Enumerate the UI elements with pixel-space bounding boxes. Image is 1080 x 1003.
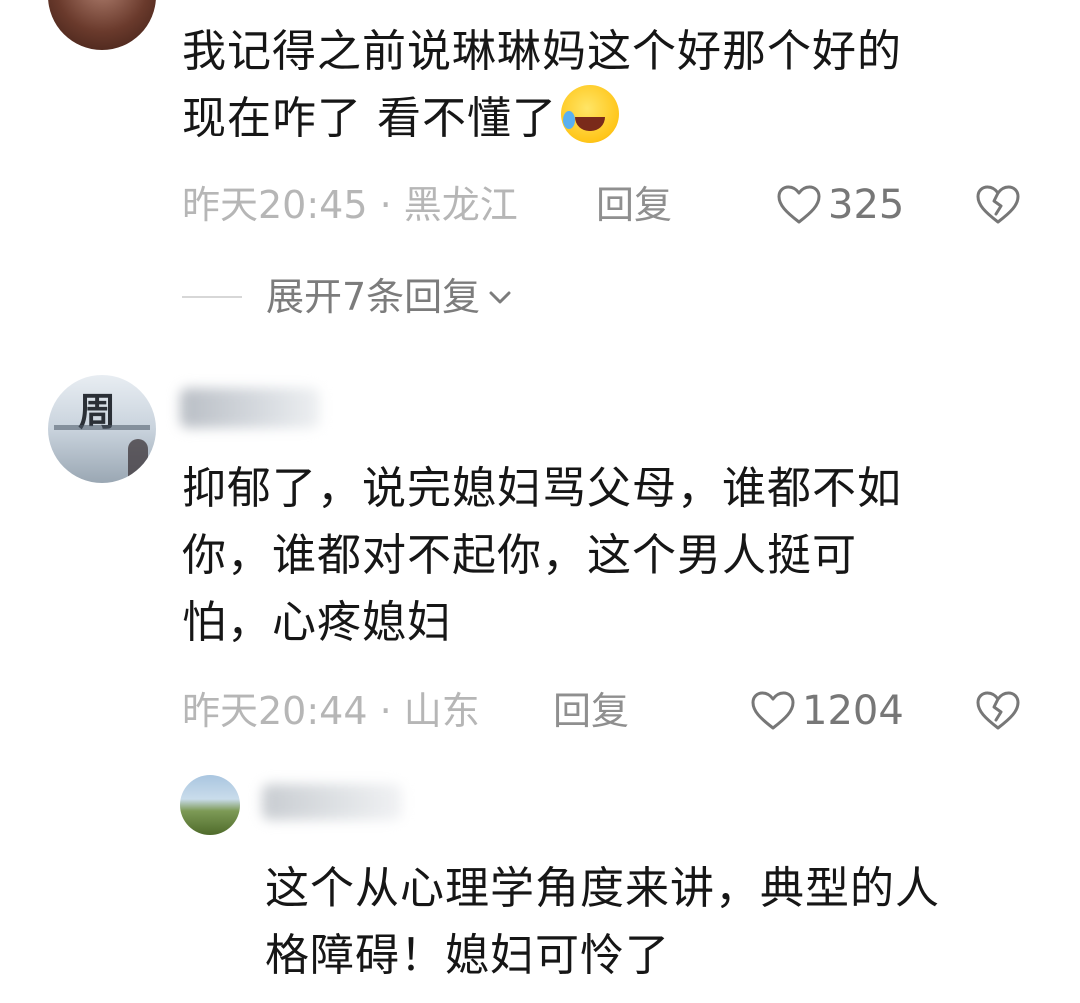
laughing-crying-emoji-icon — [561, 85, 619, 143]
comment-location: 山东 — [403, 689, 480, 733]
broken-heart-icon[interactable] — [975, 182, 1021, 228]
expand-divider — [182, 296, 242, 298]
reply-button[interactable]: 回复 — [553, 686, 629, 736]
comment-text: 抑郁了，说完媳妇骂父母，谁都不如 你，谁都对不起你，这个男人挺可 怕，心疼媳妇 — [182, 455, 1042, 656]
meta-separator: · — [379, 689, 392, 733]
comment-text-line-content: 现在咋了 看不懂了 — [182, 93, 557, 144]
comment-text-line: 这个从心理学角度来讲，典型的人 — [265, 863, 940, 914]
like-button[interactable]: 325 — [776, 180, 904, 230]
expand-replies-button[interactable]: 展开7条回复 — [182, 272, 514, 322]
heart-icon — [751, 691, 795, 730]
avatar[interactable] — [48, 0, 156, 50]
comment-location: 黑龙江 — [403, 183, 518, 227]
comment-text-line: 我记得之前说琳琳妈这个好那个好的 — [182, 26, 902, 77]
expand-replies-label: 展开7条回复 — [266, 275, 481, 319]
blurred-username[interactable] — [180, 388, 320, 428]
avatar-figure — [128, 439, 148, 479]
meta-separator: · — [379, 183, 392, 227]
avatar[interactable] — [180, 775, 240, 835]
comment-text-line: 你，谁都对不起你，这个男人挺可 — [182, 530, 857, 581]
reply-button[interactable]: 回复 — [596, 180, 672, 230]
comment-text: 我记得之前说琳琳妈这个好那个好的 现在咋了 看不懂了 — [182, 18, 1042, 152]
broken-heart-icon[interactable] — [975, 688, 1021, 734]
comment-time: 昨天20:44 — [182, 689, 368, 733]
chevron-down-icon — [489, 291, 511, 304]
comment-text: 这个从心理学角度来讲，典型的人 格障碍！媳妇可怜了 — [265, 855, 1055, 989]
avatar[interactable]: 周 — [48, 375, 156, 483]
avatar-decoration — [54, 425, 150, 430]
comment-time: 昨天20:45 — [182, 183, 368, 227]
comment-text-line: 抑郁了，说完媳妇骂父母，谁都不如 — [182, 463, 902, 514]
heart-icon — [777, 185, 821, 224]
comment-text-line: 格障碍！媳妇可怜了 — [265, 930, 670, 981]
like-count: 325 — [828, 182, 905, 228]
comment-meta: 昨天20:45 · 黑龙江 — [182, 180, 518, 230]
comment-text-line: 现在咋了 看不懂了 — [182, 85, 1042, 152]
blurred-username[interactable] — [262, 784, 402, 820]
comment-meta: 昨天20:44 · 山东 — [182, 686, 480, 736]
comment-text-line: 怕，心疼媳妇 — [182, 597, 452, 648]
like-count: 1204 — [802, 688, 904, 734]
like-button[interactable]: 1204 — [750, 686, 904, 736]
